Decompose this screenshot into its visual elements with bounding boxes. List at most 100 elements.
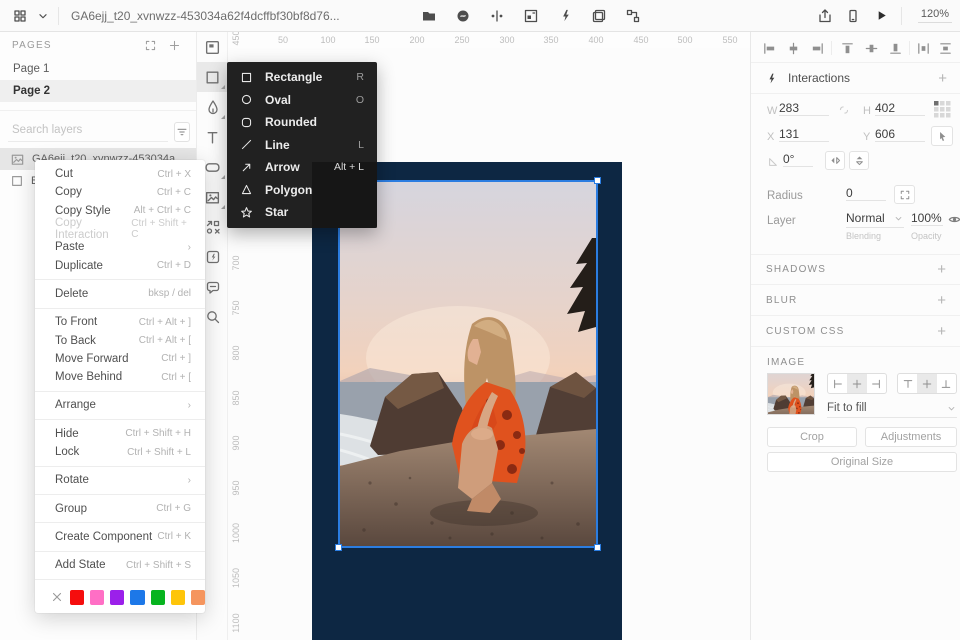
shape-menu-arrow[interactable]: Arrow Alt + L <box>227 156 377 179</box>
shape-menu-polygon[interactable]: Polygon <box>227 179 377 202</box>
shape-menu-line[interactable]: Line L <box>227 134 377 157</box>
add-page-icon[interactable] <box>164 35 184 55</box>
context-menu-arrange[interactable]: Arrange › <box>35 396 205 414</box>
add-shadow-icon[interactable]: + <box>937 261 946 278</box>
rectangle-tool-icon[interactable] <box>197 62 228 92</box>
interactions-section[interactable]: Interactions + <box>751 62 960 94</box>
align-bottom-icon[interactable] <box>885 38 905 58</box>
swatch-yellow[interactable] <box>170 589 185 605</box>
shape-menu-rounded[interactable]: Rounded <box>227 111 377 134</box>
add-blur-icon[interactable]: + <box>937 292 946 309</box>
context-menu-lock[interactable]: Lock Ctrl + Shift + L <box>35 443 205 461</box>
image-thumbnail[interactable] <box>767 373 815 415</box>
canvas-photo[interactable] <box>340 182 596 546</box>
flip-vertical-icon[interactable] <box>849 151 869 170</box>
apps-grid-icon[interactable] <box>6 3 34 29</box>
opacity-field[interactable] <box>911 211 943 226</box>
icons8-library-icon[interactable] <box>449 3 477 29</box>
chevron-down-icon[interactable] <box>34 3 52 29</box>
play-icon[interactable] <box>867 3 895 29</box>
shape-menu-oval[interactable]: Oval O <box>227 89 377 112</box>
menu-separator <box>35 465 205 467</box>
search-layers-input[interactable] <box>8 121 168 142</box>
context-menu-move-behind[interactable]: Move Behind Ctrl + [ <box>35 368 205 386</box>
context-menu-hide[interactable]: Hide Ctrl + Shift + H <box>35 425 205 443</box>
export-icon[interactable] <box>811 3 839 29</box>
h-label: H <box>863 105 871 117</box>
custom-css-section[interactable]: CUSTOM CSS + <box>751 316 960 347</box>
blend-mode-select[interactable]: Normal <box>846 211 904 228</box>
link-nodes-icon[interactable] <box>619 3 647 29</box>
context-menu-group[interactable]: Group Ctrl + G <box>35 499 205 517</box>
context-menu-to-back[interactable]: To Back Ctrl + Alt + [ <box>35 331 205 349</box>
swatch-blue[interactable] <box>130 589 145 605</box>
swatch-purple[interactable] <box>110 589 125 605</box>
visibility-eye-icon[interactable] <box>947 209 960 229</box>
shape-menu-star[interactable]: Star <box>227 201 377 224</box>
horizontal-ruler[interactable]: 50 100 150 200 250 300 350 400 450 500 5… <box>228 32 750 48</box>
align-top-icon[interactable] <box>837 38 857 58</box>
y-field[interactable] <box>875 127 925 142</box>
snap-grid-icon[interactable] <box>934 101 951 118</box>
swatch-none-icon[interactable] <box>49 589 64 605</box>
align-center-h-icon[interactable] <box>783 38 803 58</box>
height-field[interactable] <box>875 101 925 116</box>
constrain-link-icon[interactable] <box>837 103 851 117</box>
expand-icon[interactable] <box>140 35 160 55</box>
device-preview-icon[interactable] <box>839 3 867 29</box>
swatch-pink[interactable] <box>90 589 105 605</box>
distribute-v-icon[interactable] <box>935 38 955 58</box>
flip-horizontal-icon[interactable] <box>825 151 845 170</box>
swatch-green[interactable] <box>150 589 165 605</box>
rectangle-layer-icon <box>10 174 24 188</box>
image-align-bottom-icon[interactable] <box>937 374 956 393</box>
context-menu-to-front[interactable]: To Front Ctrl + Alt + ] <box>35 313 205 331</box>
context-menu-create-component[interactable]: Create Component Ctrl + K <box>35 528 205 546</box>
swatch-orange[interactable] <box>190 589 205 605</box>
context-menu-delete[interactable]: Delete bksp / del <box>35 285 205 303</box>
context-menu-add-state[interactable]: Add State Ctrl + Shift + S <box>35 556 205 574</box>
width-field[interactable] <box>779 101 829 116</box>
image-align-top-icon[interactable] <box>898 374 917 393</box>
distribute-h-icon[interactable] <box>913 38 933 58</box>
shadows-section[interactable]: SHADOWS + <box>751 254 960 285</box>
align-right-icon[interactable] <box>807 38 827 58</box>
radius-field[interactable] <box>846 186 886 201</box>
lightning-icon[interactable] <box>551 3 579 29</box>
shape-menu-rectangle[interactable]: Rectangle R <box>227 66 377 89</box>
page-item-2[interactable]: Page 2 <box>0 80 196 102</box>
image-align-right-icon[interactable] <box>867 374 886 393</box>
pick-position-cursor-icon[interactable] <box>931 126 953 146</box>
blur-section[interactable]: BLUR + <box>751 285 960 316</box>
align-settings-icon[interactable] <box>483 3 511 29</box>
context-menu-rotate[interactable]: Rotate › <box>35 471 205 489</box>
x-field[interactable] <box>779 127 829 142</box>
add-css-icon[interactable]: + <box>937 323 946 340</box>
crop-button[interactable]: Crop <box>767 427 857 447</box>
text-tool-icon[interactable] <box>197 122 228 152</box>
corner-radius-icon[interactable] <box>894 185 915 204</box>
folder-icon[interactable] <box>415 3 443 29</box>
image-align-center-icon[interactable] <box>847 374 867 393</box>
frame-tool-icon[interactable] <box>197 32 228 62</box>
zoom-level[interactable]: 120% <box>918 8 952 23</box>
swatch-red[interactable] <box>70 589 85 605</box>
context-menu-move-forward[interactable]: Move Forward Ctrl + ] <box>35 350 205 368</box>
filter-icon[interactable] <box>174 121 190 142</box>
context-menu-duplicate[interactable]: Duplicate Ctrl + D <box>35 256 205 274</box>
align-left-icon[interactable] <box>759 38 779 58</box>
add-interaction-icon[interactable]: + <box>938 70 947 87</box>
page-item-1[interactable]: Page 1 <box>0 58 196 80</box>
rotation-field[interactable] <box>783 152 813 167</box>
artboard-presets-icon[interactable] <box>517 3 545 29</box>
context-menu-copy[interactable]: Copy Ctrl + C <box>35 183 205 201</box>
adjustments-button[interactable]: Adjustments <box>865 427 957 447</box>
context-menu-cut[interactable]: Cut Ctrl + X <box>35 165 205 183</box>
pen-tool-icon[interactable] <box>197 92 228 122</box>
original-size-button[interactable]: Original Size <box>767 452 957 472</box>
fit-mode-select[interactable]: Fit to fill <box>827 402 957 418</box>
align-middle-icon[interactable] <box>861 38 881 58</box>
image-align-left-icon[interactable] <box>828 374 847 393</box>
image-align-middle-icon[interactable] <box>917 374 937 393</box>
pages-overlap-icon[interactable] <box>585 3 613 29</box>
